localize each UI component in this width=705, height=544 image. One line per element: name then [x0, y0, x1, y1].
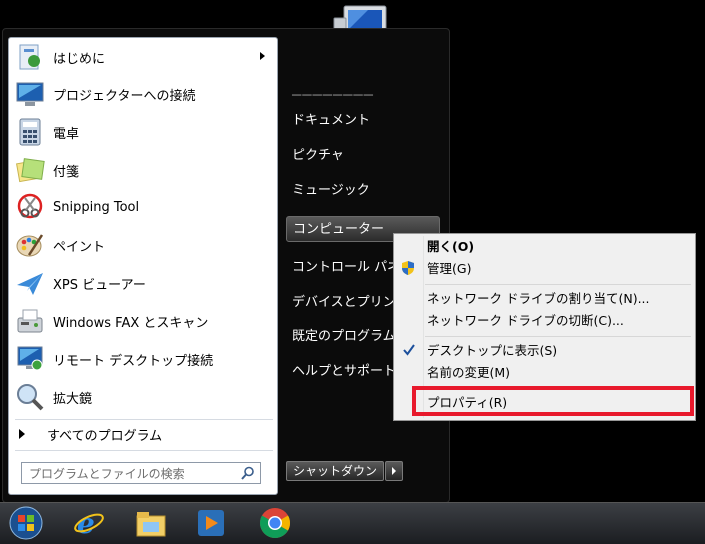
divider	[15, 419, 273, 420]
projector-icon	[13, 77, 47, 111]
search-input[interactable]	[27, 464, 231, 484]
menu-item-rename[interactable]: 名前の変更(M)	[427, 363, 510, 383]
all-programs-label: すべてのプログラム	[47, 428, 163, 444]
program-label: はじめに	[53, 51, 106, 67]
shutdown-group: シャットダウン	[286, 461, 404, 481]
menu-divider	[425, 284, 691, 285]
program-label: リモート デスクトップ接続	[53, 353, 214, 369]
paint-palette-icon	[13, 228, 47, 262]
taskbar: e	[0, 502, 705, 544]
remote-desktop-icon	[13, 342, 47, 376]
right-item-music[interactable]: ミュージック	[286, 176, 440, 206]
magnifier-icon	[13, 380, 47, 414]
right-item-pictures[interactable]: ピクチャ	[286, 141, 440, 171]
program-magnifier[interactable]: 拡大鏡	[11, 379, 275, 415]
program-label: 付箋	[53, 164, 80, 180]
checkmark-icon	[403, 344, 415, 360]
xps-viewer-icon	[13, 266, 47, 300]
all-programs-button[interactable]: すべてのプログラム	[19, 424, 162, 444]
menu-item-disconnect-network-drive[interactable]: ネットワーク ドライブの切断(C)...	[427, 311, 624, 331]
program-calculator[interactable]: 電卓	[11, 114, 275, 150]
sticky-notes-icon	[13, 153, 47, 187]
program-label: Snipping Tool	[53, 199, 140, 215]
shutdown-options-button[interactable]	[385, 461, 404, 481]
program-snipping-tool[interactable]: Snipping Tool	[11, 189, 275, 225]
program-label: ペイント	[53, 239, 106, 255]
program-remote-desktop[interactable]: リモート デスクトップ接続	[11, 341, 275, 377]
program-label: 拡大鏡	[53, 391, 93, 407]
media-player-icon[interactable]	[194, 506, 228, 540]
program-projector[interactable]: プロジェクターへの接続	[11, 76, 275, 112]
fax-scan-icon	[13, 304, 47, 338]
expand-arrow-icon	[19, 429, 25, 439]
program-sticky-notes[interactable]: 付箋	[11, 152, 275, 188]
user-name: ▁▁▁▁▁▁▁▁	[292, 82, 374, 96]
internet-explorer-icon[interactable]: e	[72, 506, 106, 540]
menu-item-map-network-drive[interactable]: ネットワーク ドライブの割り当て(N)...	[427, 289, 650, 309]
submenu-arrow-icon	[260, 52, 265, 60]
program-label: Windows FAX とスキャン	[53, 315, 209, 331]
programs-pane: はじめに プロジェクターへの接続 電卓 付箋 Snipping Tool ペイン…	[8, 37, 278, 495]
right-item-documents[interactable]: ドキュメント	[286, 106, 440, 136]
program-getting-started[interactable]: はじめに	[11, 39, 275, 75]
program-paint[interactable]: ペイント	[11, 227, 275, 263]
menu-item-open[interactable]: 開く(O)	[427, 237, 474, 257]
start-orb-icon[interactable]	[6, 506, 46, 540]
search-box	[21, 462, 261, 484]
menu-divider	[425, 336, 691, 337]
calculator-icon	[13, 115, 47, 149]
properties-highlight-box	[412, 386, 694, 416]
chrome-icon[interactable]	[258, 506, 292, 540]
menu-item-manage[interactable]: 管理(G)	[427, 259, 471, 279]
uac-shield-icon	[400, 260, 416, 280]
search-icon[interactable]	[241, 466, 255, 484]
program-label: プロジェクターへの接続	[53, 88, 196, 104]
snipping-tool-icon	[13, 190, 47, 224]
getting-started-icon	[13, 40, 47, 74]
program-label: XPS ビューアー	[53, 277, 146, 293]
file-explorer-icon[interactable]	[134, 506, 168, 540]
program-xps-viewer[interactable]: XPS ビューアー	[11, 265, 275, 301]
divider	[15, 450, 273, 451]
program-label: 電卓	[53, 126, 80, 142]
menu-item-show-on-desktop[interactable]: デスクトップに表示(S)	[427, 341, 557, 361]
program-fax-scan[interactable]: Windows FAX とスキャン	[11, 303, 275, 339]
shutdown-button[interactable]: シャットダウン	[286, 461, 385, 481]
